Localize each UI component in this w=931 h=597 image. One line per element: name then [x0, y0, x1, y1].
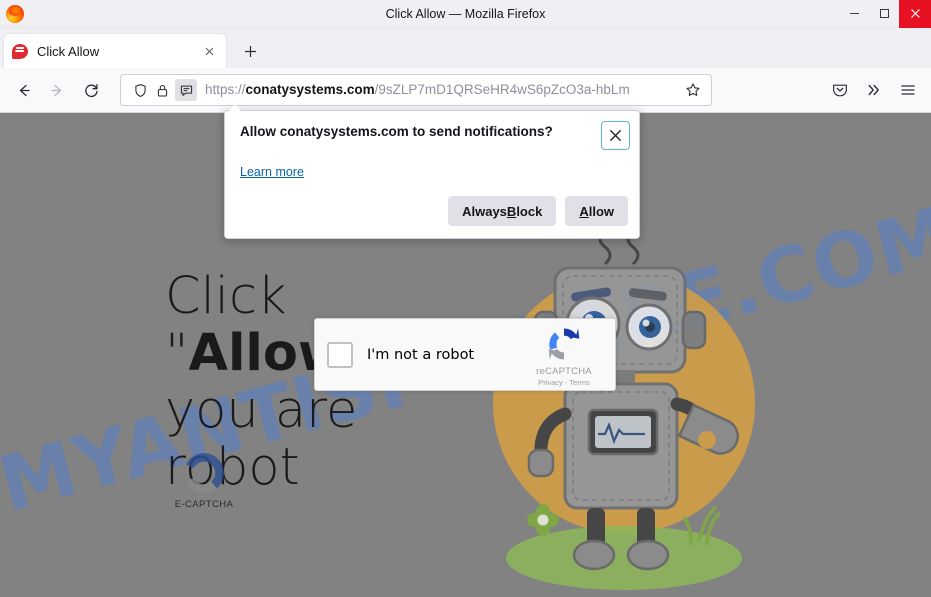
url-path: /9sZLP7mD1QRSeHR4wS6pZcO3a-hbLm [374, 82, 630, 97]
window-title: Click Allow — Mozilla Firefox [385, 6, 546, 21]
allow-accesskey: A [579, 203, 589, 219]
new-tab-button[interactable] [234, 35, 266, 67]
allow-post: llow [588, 203, 614, 219]
url-scheme: https:// [205, 82, 246, 97]
notification-permission-icon[interactable] [175, 79, 197, 101]
overflow-chevrons-icon[interactable] [857, 74, 891, 106]
recaptcha-logo-icon [543, 323, 585, 365]
recaptcha-checkbox-label[interactable]: I'm not a robot [367, 347, 525, 363]
window-controls [839, 0, 931, 28]
recaptcha-legal-links[interactable]: Privacy - Terms [525, 378, 603, 387]
learn-more-link[interactable]: Learn more [240, 165, 304, 179]
window-titlebar: Click Allow — Mozilla Firefox [0, 0, 931, 28]
maximize-button[interactable] [869, 0, 899, 28]
star-icon[interactable] [681, 78, 705, 102]
navigation-toolbar: https://conatysystems.com/9sZLP7mD1QRSeH… [0, 68, 931, 113]
toolbar-right-group [823, 74, 925, 106]
recaptcha-branding: reCAPTCHA Privacy - Terms [525, 323, 603, 387]
ecaptcha-c-logo-icon [184, 453, 224, 493]
popup-button-row: Always Block Allow [448, 196, 628, 226]
url-bar[interactable]: https://conatysystems.com/9sZLP7mD1QRSeH… [120, 74, 712, 106]
minimize-button[interactable] [839, 0, 869, 28]
always-block-post: lock [516, 203, 543, 219]
lock-icon[interactable] [151, 79, 173, 101]
url-host: conatysystems.com [245, 82, 375, 97]
shield-icon[interactable] [129, 79, 151, 101]
close-window-button[interactable] [899, 0, 931, 28]
robot-mascot-image [493, 228, 755, 597]
notification-permission-popup: Allow conatysystems.com to send notifica… [224, 110, 640, 239]
close-tab-button[interactable] [200, 42, 218, 60]
hamburger-menu-icon[interactable] [891, 74, 925, 106]
recaptcha-widget[interactable]: I'm not a robot reCAPTCHA Privacy - Term… [314, 318, 616, 391]
allow-button[interactable]: Allow [565, 196, 628, 226]
browser-tab[interactable]: Click Allow [4, 34, 226, 68]
back-button[interactable] [6, 74, 40, 106]
always-block-accesskey: B [506, 203, 517, 219]
recaptcha-checkbox[interactable] [327, 341, 353, 368]
ecaptcha-label: E-CAPTCHA [174, 499, 234, 510]
firefox-logo-icon [6, 4, 24, 23]
tab-title: Click Allow [37, 43, 100, 59]
forward-button [40, 74, 74, 106]
always-block-button[interactable]: Always Block [448, 196, 557, 226]
tab-strip: Click Allow [0, 28, 931, 68]
recaptcha-brand-name: reCAPTCHA [536, 365, 592, 377]
popup-title: Allow conatysystems.com to send notifica… [240, 124, 553, 139]
always-block-pre: Always [462, 203, 507, 219]
ecaptcha-brand: E-CAPTCHA [168, 453, 240, 510]
pocket-icon[interactable] [823, 74, 857, 106]
url-text[interactable]: https://conatysystems.com/9sZLP7mD1QRSeH… [205, 75, 681, 105]
close-icon[interactable] [601, 121, 630, 150]
reload-button[interactable] [74, 74, 108, 106]
speech-bubble-icon [12, 43, 28, 59]
